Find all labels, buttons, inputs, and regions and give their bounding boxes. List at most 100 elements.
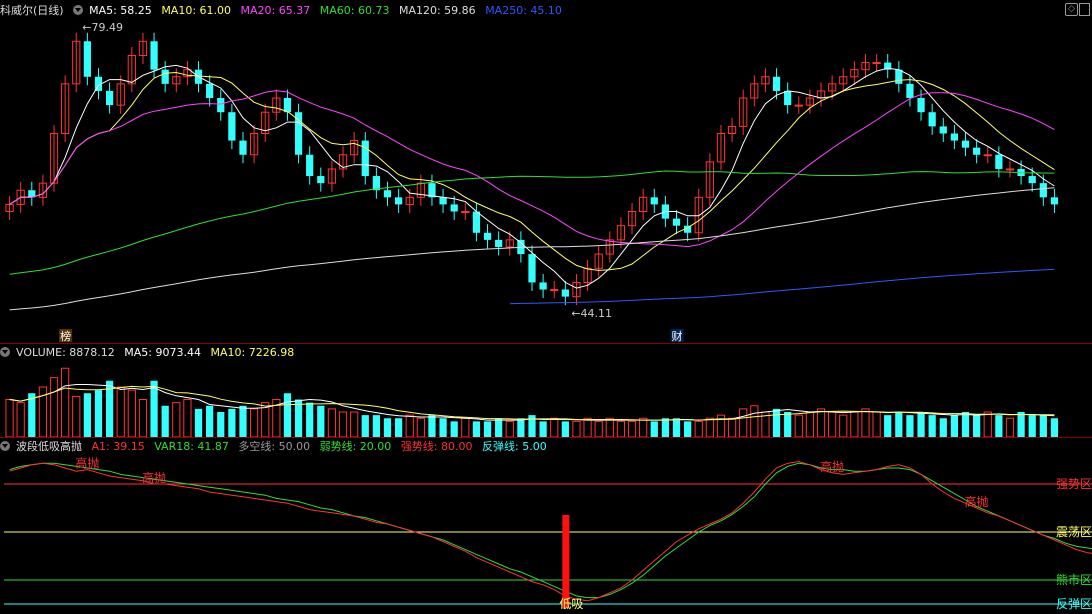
volume-bar	[127, 389, 136, 438]
volume-bar	[183, 399, 192, 438]
expand-icon[interactable]: ◇	[1065, 3, 1078, 16]
volume-bar	[361, 415, 369, 437]
dropdown-icon[interactable]	[0, 347, 10, 357]
candle-body	[550, 289, 559, 292]
candle-body	[161, 69, 169, 84]
panel-divider	[0, 437, 1092, 438]
ma-line	[9, 71, 1055, 271]
volume-bar	[861, 408, 870, 438]
candle-body	[650, 197, 658, 205]
candle-body	[961, 140, 970, 148]
volume-bar	[694, 420, 703, 438]
volume-bar	[605, 417, 614, 438]
volume-panel-header: VOLUME: 8878.12 MA5: 9073.44 MA10: 7226.…	[0, 345, 300, 361]
event-marker-text: 榜	[60, 329, 71, 343]
volume-bar	[884, 415, 892, 437]
volume-bar	[138, 399, 148, 438]
high-sell-signal: 高抛	[965, 494, 989, 509]
duokong-label: 多空线: 50.00	[238, 440, 311, 453]
volume-bar	[405, 414, 414, 438]
volume-bar	[917, 412, 925, 437]
volume-bar	[805, 411, 815, 438]
rebound-line-label: 反弹线: 5.00	[482, 440, 547, 453]
volume-bar	[583, 417, 592, 438]
osc-panel-header: 波段低吸高抛 A1: 39.15 VAR18: 41.87 多空线: 50.00…	[0, 439, 553, 455]
volume-bar	[116, 386, 125, 438]
volume-bar	[539, 421, 547, 437]
strong-line-label: 强势线: 80.00	[400, 440, 473, 453]
candle-body	[561, 289, 569, 297]
volume-bar	[439, 418, 447, 437]
volume-bar	[16, 402, 25, 438]
candle-body	[383, 190, 392, 198]
volume-bar	[350, 411, 359, 438]
dropdown-icon[interactable]	[73, 5, 84, 15]
volume-bar	[784, 412, 792, 437]
candle-body	[483, 232, 492, 240]
volume-bar	[472, 421, 481, 437]
volume-bar	[372, 415, 380, 437]
volume-bar	[72, 395, 81, 438]
candle-body	[461, 211, 470, 214]
candle-body	[1028, 176, 1036, 184]
high-sell-signal: 高抛	[75, 456, 99, 471]
main-panel-header: 科威尔(日线) MA5: 58.25 MA10: 61.00 MA20: 65.…	[0, 3, 568, 19]
volume-bar	[317, 405, 325, 437]
candle-body	[794, 104, 803, 107]
vol-ma10-label: MA10: 7226.98	[210, 346, 295, 359]
candle-body	[472, 211, 481, 233]
zone-label: 熊市区	[1056, 572, 1092, 587]
ma60-label: MA60: 60.73	[319, 4, 390, 17]
volume-bar	[517, 418, 525, 437]
candle-body	[995, 154, 1003, 169]
candle-body	[239, 140, 247, 155]
volume-bar	[1050, 418, 1059, 437]
candle-body	[784, 90, 792, 106]
volume-bar	[639, 417, 648, 438]
candle-body	[973, 147, 981, 155]
volume-bar	[550, 417, 559, 438]
volume-bar	[594, 420, 603, 438]
candle-body	[439, 197, 447, 205]
zone-label: 强势区	[1056, 477, 1092, 491]
candle-body	[928, 112, 936, 127]
main-title[interactable]: 科威尔(日线)	[0, 4, 64, 17]
window-icon[interactable]	[1079, 3, 1090, 16]
volume-bar	[83, 393, 91, 437]
volume-bar	[872, 411, 881, 438]
var18-line	[9, 462, 1092, 599]
volume-bar	[839, 414, 848, 438]
high-price-label: ←79.49	[82, 21, 123, 34]
volume-bar	[249, 408, 259, 438]
volume-bar	[627, 420, 637, 438]
volume-bar	[739, 408, 748, 438]
volume-bar	[61, 367, 70, 438]
candle-body	[283, 98, 292, 113]
volume-bar	[750, 405, 759, 438]
low-buy-bar	[562, 515, 570, 608]
volume-bar	[650, 421, 658, 437]
dropdown-icon[interactable]	[0, 441, 10, 451]
osc-title: 波段低吸高抛	[16, 440, 82, 453]
candle-body	[539, 282, 547, 290]
volume-bar	[950, 415, 959, 437]
ma-line	[9, 90, 1055, 248]
volume-bar	[461, 417, 470, 438]
volume-bar	[727, 417, 737, 438]
volume-bar	[239, 405, 247, 437]
volume-bar	[1005, 417, 1015, 438]
candle-body	[950, 133, 959, 141]
volume-bar	[28, 393, 36, 437]
candle-body	[317, 176, 325, 184]
volume-bar	[49, 377, 59, 438]
volume-bar	[161, 405, 169, 437]
volume-bar	[228, 408, 236, 437]
weak-line-label: 弱势线: 20.00	[319, 440, 392, 453]
candle-body	[394, 197, 403, 205]
volume-bar	[928, 415, 936, 437]
volume-bar	[794, 414, 803, 438]
candle-body	[895, 69, 903, 84]
candle-body	[906, 83, 914, 99]
volume-title: VOLUME: 8878.12	[16, 346, 115, 359]
candle-body	[672, 218, 681, 226]
